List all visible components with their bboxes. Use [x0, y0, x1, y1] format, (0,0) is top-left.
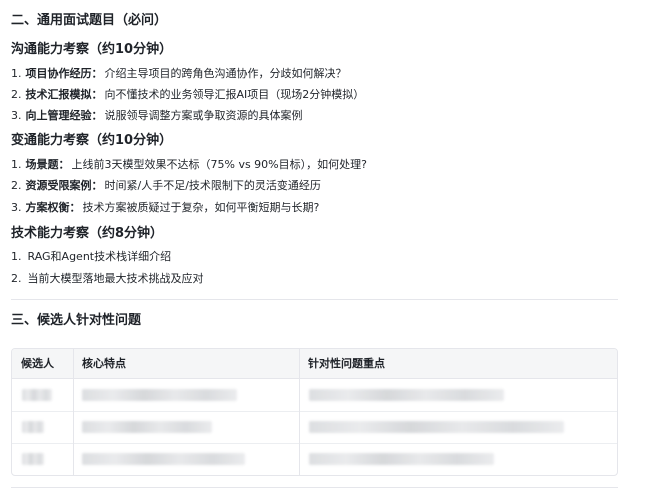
item-description: 介绍主导项目的跨角色沟通协作，分歧如何解决？: [104, 67, 347, 80]
item-number: 2.: [11, 272, 22, 285]
table-row: [12, 379, 617, 412]
redacted-cell: [82, 389, 237, 401]
redacted-cell: [22, 421, 44, 433]
list-item: 3. 向上管理经验： 说服领导调整方案或争取资源的具体案例: [11, 108, 303, 124]
section-divider: [11, 299, 618, 300]
list-item: 1. 项目协作经历： 介绍主导项目的跨角色沟通协作，分歧如何解决？: [11, 66, 347, 82]
candidate-table: 候选人 核心特点 针对性问题重点: [11, 348, 618, 476]
item-description: 向不懂技术的业务领导汇报AI项目（现场2分钟模拟）: [104, 88, 365, 101]
redacted-cell: [309, 421, 564, 433]
redacted-cell: [82, 453, 245, 465]
column-header-candidate: 候选人: [21, 357, 54, 370]
redacted-cell: [22, 453, 44, 465]
group-title-communication: 沟通能力考察（约10分钟）: [11, 42, 173, 57]
list-item: 3. 方案权衡： 技术方案被质疑过于复杂，如何平衡短期与长期?: [11, 200, 319, 216]
list-item: 1. RAG和Agent技术栈详细介绍: [11, 249, 171, 265]
document-page: 二、通用面试题目（必问） 沟通能力考察（约10分钟） 1. 项目协作经历： 介绍主导…: [0, 0, 649, 500]
item-label: 技术汇报模拟：: [25, 88, 103, 101]
table-header-row: 候选人 核心特点 针对性问题重点: [12, 349, 617, 379]
item-label: 资源受限案例：: [25, 179, 103, 192]
redacted-cell: [82, 421, 212, 433]
list-item: 2. 资源受限案例： 时间紧/人手不足/技术限制下的灵活变通经历: [11, 178, 321, 194]
item-number: 3.: [11, 109, 22, 122]
item-label: 向上管理经验：: [25, 109, 103, 122]
section-title-candidate-questions: 三、候选人针对性问题: [11, 313, 142, 328]
item-number: 3.: [11, 201, 22, 214]
group-title-adaptability: 变通能力考察（约10分钟）: [11, 133, 173, 148]
list-item: 1. 场景题： 上线前3天模型效果不达标（75% vs 90%目标），如何处理?: [11, 157, 367, 173]
column-divider: [73, 349, 74, 475]
table-row: [12, 443, 617, 475]
column-header-core-traits: 核心特点: [82, 357, 126, 370]
item-number: 2.: [11, 88, 22, 101]
item-label: 方案权衡：: [25, 201, 81, 214]
item-number: 1.: [11, 67, 22, 80]
list-item: 2. 技术汇报模拟： 向不懂技术的业务领导汇报AI项目（现场2分钟模拟）: [11, 87, 364, 103]
item-description: 时间紧/人手不足/技术限制下的灵活变通经历: [104, 179, 321, 192]
item-number: 1.: [11, 158, 22, 171]
redacted-cell: [309, 453, 494, 465]
item-description: 技术方案被质疑过于复杂，如何平衡短期与长期?: [82, 201, 320, 214]
table-row: [12, 411, 617, 444]
item-label: 场景题：: [25, 158, 70, 171]
item-description: 上线前3天模型效果不达标（75% vs 90%目标），如何处理?: [71, 158, 367, 171]
group-title-technical: 技术能力考察（约8分钟）: [11, 226, 164, 241]
redacted-cell: [309, 389, 504, 401]
redacted-cell: [22, 389, 52, 401]
item-description: 当前大模型落地最大技术挑战及应对: [27, 272, 204, 285]
list-item: 2. 当前大模型落地最大技术挑战及应对: [11, 271, 204, 287]
section-title-general-questions: 二、通用面试题目（必问）: [11, 13, 168, 28]
item-description: RAG和Agent技术栈详细介绍: [27, 250, 172, 263]
column-divider: [299, 349, 300, 475]
section-divider: [11, 487, 618, 488]
item-description: 说服领导调整方案或争取资源的具体案例: [104, 109, 303, 122]
column-header-question-focus: 针对性问题重点: [308, 357, 385, 370]
item-number: 1.: [11, 250, 22, 263]
item-number: 2.: [11, 179, 22, 192]
item-label: 项目协作经历：: [25, 67, 103, 80]
